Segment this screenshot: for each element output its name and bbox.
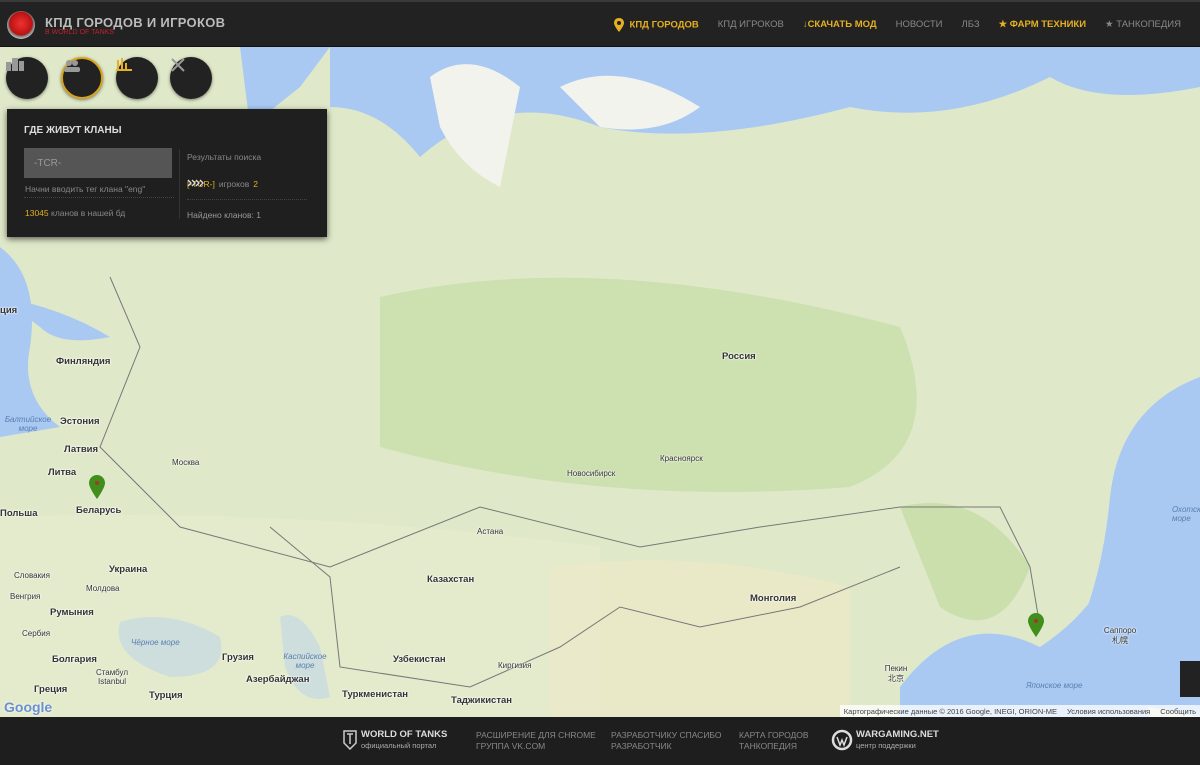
rank-chevrons-icon <box>187 179 204 187</box>
footer-col-2: РАЗРАБОТЧИКУ СПАСИБО РАЗРАБОТЧИК <box>611 730 722 752</box>
sea-label: Охотское море <box>1172 505 1200 523</box>
nav-tankopedia[interactable]: ★ ТАНКОПЕДИЯ <box>1105 19 1181 30</box>
footer-link-tankopedia[interactable]: ТАНКОПЕДИЯ <box>739 741 809 752</box>
map-label: Узбекистан <box>393 654 446 665</box>
users-icon <box>64 60 80 72</box>
google-logo: Google <box>4 699 53 715</box>
site-title[interactable]: КПД ГОРОДОВ И ИГРОКОВ <box>45 15 225 30</box>
map-marker-icon[interactable] <box>1028 613 1044 637</box>
map-label: Эстония <box>60 416 100 427</box>
footer-link-thanks[interactable]: РАЗРАБОТЧИКУ СПАСИБО <box>611 730 722 741</box>
sea-label: Каспийское море <box>283 652 327 670</box>
map-side-button[interactable] <box>1180 661 1200 697</box>
footer-col-3: КАРТА ГОРОДОВ ТАНКОПЕДИЯ <box>739 730 809 752</box>
cities-button[interactable] <box>6 57 48 99</box>
map-label: Турция <box>149 690 183 701</box>
clan-search-panel: ГДЕ ЖИВУТ КЛАНЫ Начни вводить тег клана … <box>7 109 327 237</box>
map-label: Азербайджан <box>246 674 310 685</box>
map-label: Литва <box>48 467 77 478</box>
map-label: Казахстан <box>427 574 475 585</box>
map-attribution: Картографические данные © 2016 Google, I… <box>839 705 1200 717</box>
sea-label: Японское море <box>1026 681 1083 690</box>
map-label: Пекин 北京 <box>884 664 908 683</box>
map-label: Стамбул Istanbul <box>95 668 129 686</box>
crossed-swords-icon <box>171 58 185 72</box>
footer-wargaming-link[interactable]: WARGAMING.NET центр поддержки <box>856 729 939 751</box>
footer-col-1: РАСШИРЕНИЕ ДЛЯ CHROME ГРУППА VK.COM <box>476 730 596 752</box>
map-label: Сербия <box>22 629 51 638</box>
footer-link-developer[interactable]: РАЗРАБОТЧИК <box>611 741 722 752</box>
terms-link[interactable]: Условия использования <box>1067 707 1150 716</box>
map-label: Саппоро 札幌 <box>1103 626 1137 645</box>
sea-label: Чёрное море <box>131 638 180 647</box>
battles-button[interactable] <box>170 57 212 99</box>
map-label: Новосибирск <box>567 469 616 478</box>
footer-link-city-map[interactable]: КАРТА ГОРОДОВ <box>739 730 809 741</box>
nav-download-mod[interactable]: ↓СКАЧАТЬ МОД <box>803 19 877 30</box>
sea-label: Балтийское море <box>4 415 52 433</box>
map-label: Беларусь <box>76 505 122 516</box>
divider <box>187 199 307 200</box>
map-label: Красноярск <box>660 454 703 463</box>
map-label: Венгрия <box>10 592 41 601</box>
map-label: Латвия <box>64 444 99 455</box>
players-button[interactable] <box>61 57 103 99</box>
result-item[interactable]: [-TCR-] игроков 2 <box>187 179 258 189</box>
map[interactable]: Россия Финляндия Эстония Латвия Литва Бе… <box>0 47 1200 717</box>
map-label: Словакия <box>14 571 50 580</box>
map-label: Монголия <box>750 593 797 604</box>
map-label: Астана <box>477 527 504 536</box>
footer: WORLD OF TANKS официальный портал РАСШИРЕ… <box>0 717 1200 765</box>
wot-logo-icon <box>343 730 357 750</box>
map-label: Туркменистан <box>342 689 409 700</box>
map-label: Россия <box>722 351 756 362</box>
panel-title: ГДЕ ЖИВУТ КЛАНЫ <box>24 125 122 136</box>
bar-chart-icon <box>116 58 132 71</box>
nav-players[interactable]: КПД ИГРОКОВ <box>718 19 784 30</box>
footer-link-vk[interactable]: ГРУППА VK.COM <box>476 741 596 752</box>
input-hint: Начни вводить тег клана "eng" <box>25 184 146 194</box>
map-label: Москва <box>172 458 200 467</box>
report-link[interactable]: Сообщить <box>1160 707 1196 716</box>
map-label: Украина <box>109 564 148 575</box>
map-label: Греция <box>34 684 68 695</box>
map-label: Болгария <box>52 654 97 665</box>
map-label: Киргизия <box>498 661 532 670</box>
results-title: Результаты поиска <box>187 152 262 162</box>
map-label: ция <box>0 305 18 316</box>
map-label: Грузия <box>222 652 254 663</box>
result-player-count: 2 <box>253 179 258 189</box>
nav-farm[interactable]: ★ ФАРМ ТЕХНИКИ <box>999 19 1086 30</box>
footer-link-chrome[interactable]: РАСШИРЕНИЕ ДЛЯ CHROME <box>476 730 596 741</box>
logo-icon[interactable] <box>7 11 35 39</box>
clans-found: Найдено кланов: 1 <box>187 210 261 220</box>
map-label: Польша <box>0 508 38 519</box>
clan-count: 13045 кланов в нашей бд <box>25 208 126 218</box>
map-label: Финляндия <box>56 356 111 367</box>
site-subtitle: В WORLD OF TANKS <box>45 29 114 36</box>
wargaming-logo-icon <box>831 729 853 751</box>
divider <box>24 197 174 198</box>
header: КПД ГОРОДОВ И ИГРОКОВ В WORLD OF TANKS К… <box>0 0 1200 47</box>
footer-wot-link[interactable]: WORLD OF TANKS официальный портал <box>361 729 447 751</box>
map-marker-icon[interactable] <box>89 475 105 499</box>
divider <box>179 149 180 219</box>
clan-tag-input[interactable] <box>24 148 172 178</box>
map-label: Румыния <box>50 607 94 618</box>
nav-cities[interactable]: КПД ГОРОДОВ <box>613 17 699 32</box>
stats-button[interactable] <box>116 57 158 99</box>
main-nav: КПД ГОРОДОВ КПД ИГРОКОВ ↓СКАЧАТЬ МОД НОВ… <box>613 2 1200 47</box>
map-label: Молдова <box>86 584 120 593</box>
map-label: Таджикистан <box>451 695 513 706</box>
map-pin-icon <box>613 17 624 32</box>
nav-news[interactable]: НОВОСТИ <box>896 19 943 30</box>
nav-lbz[interactable]: ЛБЗ <box>961 19 979 30</box>
buildings-icon <box>6 58 24 71</box>
